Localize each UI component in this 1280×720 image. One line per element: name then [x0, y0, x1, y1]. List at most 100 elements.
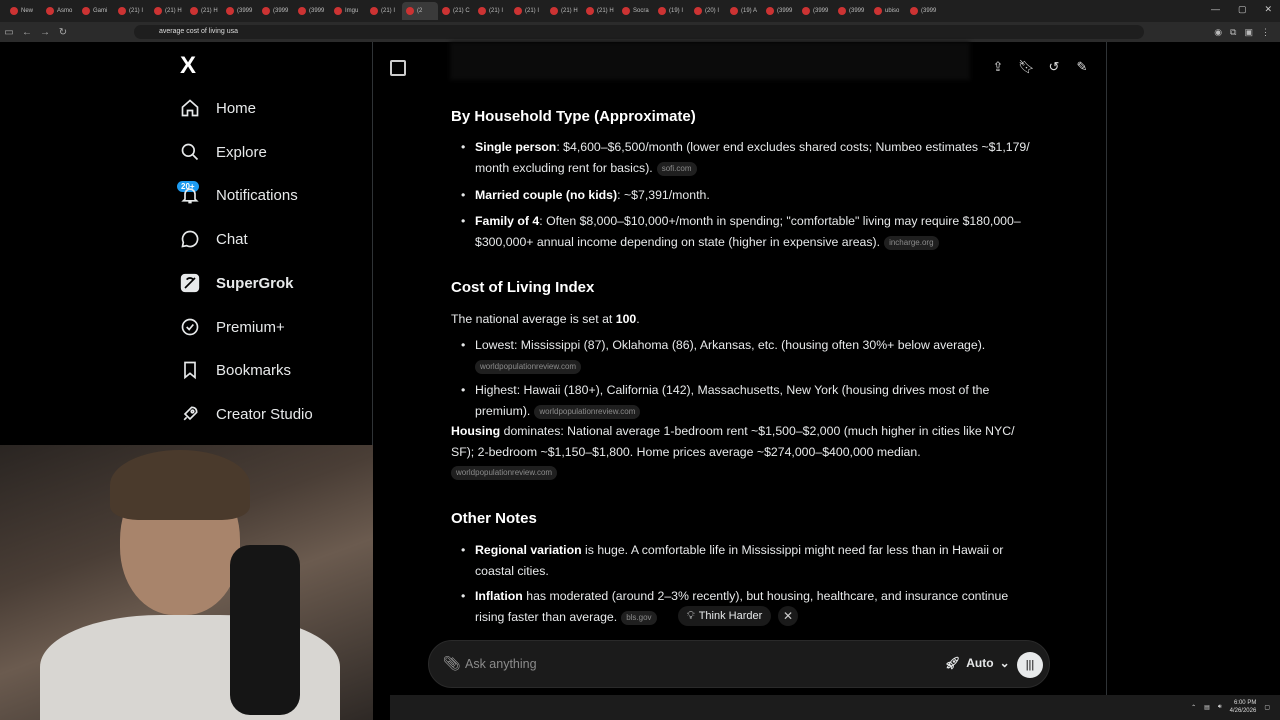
source-chip[interactable]: incharge.org	[884, 235, 939, 250]
browser-tab[interactable]: Imgu	[330, 2, 366, 20]
account-icon[interactable]: ◉	[1214, 27, 1222, 38]
attach-icon[interactable]: 📎︎	[443, 655, 461, 672]
tab-label: (3999	[309, 8, 325, 14]
browser-tab[interactable]: (21) I	[366, 2, 402, 20]
browser-tab[interactable]: (3999	[258, 2, 294, 20]
close-window-icon[interactable]: ✕	[1264, 4, 1272, 15]
browser-tab[interactable]: (21) C	[438, 2, 474, 20]
profile-icon[interactable]: ▣	[1244, 27, 1253, 38]
source-chip[interactable]: worldpopulationreview.com	[534, 404, 641, 419]
network-icon[interactable]: ▤	[1204, 704, 1210, 711]
housing-paragraph: Housing dominates: National average 1-be…	[451, 421, 1031, 483]
sidebar-item-creator-studio[interactable]: Creator Studio	[178, 402, 313, 426]
browser-tab[interactable]: (3999	[906, 2, 942, 20]
tab-favicon-icon	[118, 7, 126, 15]
new-chat-icon[interactable]: ✎	[1074, 59, 1090, 75]
voice-mode-button[interactable]: |||	[1017, 652, 1043, 678]
source-chip[interactable]: bls.gov	[621, 610, 657, 625]
browser-tab[interactable]: (21) I	[114, 2, 150, 20]
tab-favicon-icon	[298, 7, 306, 15]
tab-label: (3999	[813, 8, 829, 14]
browser-tab[interactable]: (2	[402, 2, 438, 20]
tab-label: (3999	[777, 8, 793, 14]
mode-selector[interactable]: 🚀︎ Auto ⌄	[945, 656, 1010, 670]
list-item: Highest: Hawaii (180+), California (142)…	[461, 380, 1035, 422]
browser-tab[interactable]: (3999	[294, 2, 330, 20]
sidebar-item-chat[interactable]: Chat	[178, 227, 248, 251]
housing-label: Housing	[451, 424, 501, 438]
sidebar-item-label: SuperGrok	[216, 274, 294, 292]
tab-favicon-icon	[874, 7, 882, 15]
bookmark-icon	[178, 358, 202, 382]
browser-tab[interactable]: (3999	[798, 2, 834, 20]
bell-icon	[178, 183, 202, 207]
browser-tab[interactable]: (3999	[762, 2, 798, 20]
browser-tab[interactable]: (3999	[834, 2, 870, 20]
browser-tab[interactable]: Gami	[78, 2, 114, 20]
bookmark-conversation-icon[interactable]: 🔖︎	[1018, 59, 1035, 75]
dismiss-suggestion-button[interactable]: ✕	[778, 606, 798, 626]
tab-label: (21) C	[453, 8, 470, 14]
maximize-icon[interactable]: ▢	[1238, 4, 1247, 15]
url-text: average cost of living usa	[159, 28, 238, 35]
x-logo[interactable]: X	[180, 52, 196, 80]
expand-icon[interactable]	[390, 60, 406, 76]
list-item: Family of 4: Often $8,000–$10,000+/month…	[461, 211, 1035, 253]
sidebar-item-label: Notifications	[216, 186, 298, 204]
browser-tab[interactable]: Asmo	[42, 2, 78, 20]
browser-tab[interactable]: (21) I	[510, 2, 546, 20]
extensions-icon[interactable]: ⧉	[1230, 27, 1236, 38]
source-chip[interactable]: worldpopulationreview.com	[475, 359, 582, 374]
clock[interactable]: 6:00 PM 4/26/2026	[1230, 699, 1257, 715]
sidebar-item-explore[interactable]: Explore	[178, 140, 267, 164]
browser-tab[interactable]: New	[6, 2, 42, 20]
browser-tab[interactable]: (3999	[222, 2, 258, 20]
tab-favicon-icon	[334, 7, 342, 15]
volume-icon[interactable]: 🔊︎	[1218, 704, 1222, 711]
tab-label: (21) H	[561, 8, 578, 14]
notifications-tray-icon[interactable]: ▢	[1264, 704, 1270, 711]
browser-tab[interactable]: (21) H	[582, 2, 618, 20]
browser-tab[interactable]: (19) A	[726, 2, 762, 20]
source-chip[interactable]: worldpopulationreview.com	[451, 466, 558, 481]
source-chip[interactable]: sofi.com	[656, 161, 697, 176]
tab-label: Socra	[633, 8, 649, 14]
sidebar-toggle-icon[interactable]: ▭	[0, 27, 18, 38]
browser-tab[interactable]: ubiso	[870, 2, 906, 20]
index-value: 100	[615, 312, 637, 326]
tab-favicon-icon	[586, 7, 594, 15]
sidebar-item-home[interactable]: Home	[178, 96, 256, 120]
minimize-icon[interactable]: —	[1211, 4, 1220, 15]
tab-favicon-icon	[10, 7, 18, 15]
address-input[interactable]: average cost of living usa	[134, 25, 1144, 39]
tab-favicon-icon	[82, 7, 90, 15]
menu-icon[interactable]: ⋮	[1261, 27, 1270, 38]
browser-tab[interactable]: (21) H	[150, 2, 186, 20]
sidebar-item-supergrok[interactable]: SuperGrok	[178, 271, 294, 295]
sidebar-item-notifications[interactable]: Notifications	[178, 183, 298, 207]
tab-label: Gami	[93, 8, 108, 14]
browser-tab[interactable]: (19) I	[654, 2, 690, 20]
ask-input[interactable]: Ask anything	[465, 657, 537, 671]
tab-label: (21) H	[165, 8, 182, 14]
browser-tab[interactable]: (21) H	[546, 2, 582, 20]
housing-text: dominates: National average 1-bedroom re…	[451, 424, 1015, 459]
history-icon[interactable]: ↺	[1046, 59, 1062, 75]
browser-tab[interactable]: (20) I	[690, 2, 726, 20]
share-icon[interactable]: ⇪	[990, 59, 1006, 75]
sidebar-item-label: Premium+	[216, 318, 285, 336]
browser-tab[interactable]: (21) H	[186, 2, 222, 20]
sidebar-item-premium[interactable]: Premium+	[178, 315, 285, 339]
think-harder-button[interactable]: 💡︎ Think Harder	[678, 606, 772, 626]
tab-label: Asmo	[57, 8, 73, 14]
reload-icon[interactable]: ↻	[54, 27, 72, 38]
sidebar-item-bookmarks[interactable]: Bookmarks	[178, 358, 291, 382]
browser-tab[interactable]: Socra	[618, 2, 654, 20]
forward-icon[interactable]: →	[36, 27, 54, 38]
chevron-up-icon[interactable]: ⌃	[1191, 704, 1196, 711]
tab-label: ubiso	[885, 8, 900, 14]
browser-tab[interactable]: (21) I	[474, 2, 510, 20]
tab-label: (21) I	[381, 8, 396, 14]
back-icon[interactable]: ←	[18, 27, 36, 38]
composer: 📎︎ Ask anything 🚀︎ Auto ⌄ |||	[428, 640, 1050, 688]
